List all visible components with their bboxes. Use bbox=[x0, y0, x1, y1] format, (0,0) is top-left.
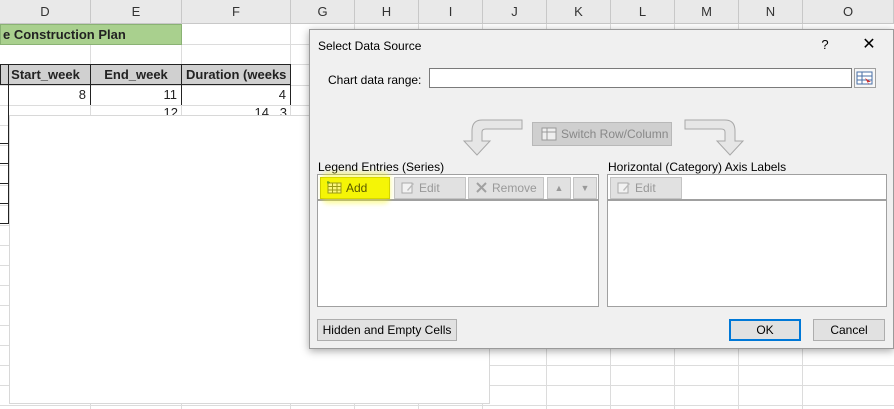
curved-arrow-right-icon bbox=[684, 119, 745, 156]
hidden-empty-cells-button[interactable]: Hidden and Empty Cells bbox=[317, 319, 457, 341]
close-icon: ✕ bbox=[862, 36, 876, 53]
arrow-up-icon: ▲ bbox=[554, 183, 564, 193]
help-button[interactable]: ? bbox=[817, 34, 833, 56]
edit-axis-labels-button[interactable]: Edit bbox=[610, 177, 682, 199]
edit-icon bbox=[617, 182, 630, 194]
table-row-border bbox=[0, 223, 9, 224]
cell-start-week-partial[interactable]: 12 bbox=[91, 105, 182, 115]
column-header-g[interactable]: G bbox=[291, 0, 355, 24]
axis-labels-label: Horizontal (Category) Axis Labels bbox=[608, 160, 787, 174]
switch-rowcol-icon bbox=[541, 127, 557, 141]
remove-series-button[interactable]: Remove bbox=[468, 177, 544, 199]
header-duration[interactable]: Duration (weeks bbox=[181, 64, 291, 85]
column-header-l[interactable]: L bbox=[611, 0, 675, 24]
table-left-border bbox=[0, 64, 9, 224]
move-down-button[interactable]: ▼ bbox=[573, 177, 597, 199]
cell-end-week[interactable]: 11 bbox=[91, 85, 182, 105]
ok-button[interactable]: OK bbox=[729, 319, 801, 341]
switch-row-column-button[interactable]: Switch Row/Column bbox=[532, 122, 672, 146]
cell-duration[interactable]: 4 bbox=[182, 85, 291, 105]
move-up-button[interactable]: ▲ bbox=[547, 177, 571, 199]
sheet-title-cell[interactable]: e Construction Plan bbox=[0, 24, 182, 45]
range-select-icon bbox=[856, 71, 873, 85]
table-row-border bbox=[0, 143, 9, 144]
grid-line bbox=[0, 405, 894, 406]
header-start-week[interactable]: Start_week bbox=[0, 64, 91, 85]
column-header-h[interactable]: H bbox=[355, 0, 419, 24]
axis-toolbar: Edit bbox=[607, 174, 887, 200]
select-data-source-dialog: Select Data Source ? ✕ Chart data range:… bbox=[309, 29, 894, 349]
column-header-e[interactable]: E bbox=[91, 0, 182, 24]
table-row-border bbox=[0, 183, 9, 184]
legend-series-list[interactable] bbox=[317, 200, 599, 307]
cancel-button[interactable]: Cancel bbox=[813, 319, 885, 341]
header-end-week[interactable]: End_week bbox=[90, 64, 182, 85]
column-header-i[interactable]: I bbox=[419, 0, 483, 24]
remove-series-label: Remove bbox=[492, 181, 537, 195]
highlighter-annotation bbox=[321, 172, 391, 204]
curved-arrow-left-icon bbox=[462, 119, 523, 156]
column-header-d[interactable]: D bbox=[0, 0, 91, 24]
remove-x-icon bbox=[476, 182, 487, 194]
edit-icon bbox=[401, 182, 414, 194]
column-header-o[interactable]: O bbox=[803, 0, 894, 24]
range-select-button[interactable] bbox=[854, 68, 876, 88]
close-button[interactable]: ✕ bbox=[858, 34, 880, 56]
column-header-k[interactable]: K bbox=[547, 0, 611, 24]
table-row-border bbox=[0, 203, 9, 204]
chart-data-range-input[interactable] bbox=[429, 68, 852, 88]
dialog-title: Select Data Source bbox=[318, 39, 422, 53]
column-header-m[interactable]: M bbox=[675, 0, 739, 24]
cell-start-week[interactable]: 8 bbox=[0, 85, 91, 105]
switch-row-column-label: Switch Row/Column bbox=[561, 127, 669, 141]
chart-data-range-label: Chart data range: bbox=[328, 73, 422, 87]
column-header-f[interactable]: F bbox=[182, 0, 291, 24]
edit-axis-labels-label: Edit bbox=[635, 181, 656, 195]
arrow-down-icon: ▼ bbox=[580, 183, 590, 193]
edit-series-label: Edit bbox=[419, 181, 440, 195]
column-header-n[interactable]: N bbox=[739, 0, 803, 24]
axis-labels-list[interactable] bbox=[607, 200, 887, 307]
cell-end-week-partial[interactable]: 14 bbox=[182, 105, 273, 115]
cell-duration-partial[interactable]: 3 bbox=[273, 105, 291, 115]
edit-series-button[interactable]: Edit bbox=[394, 177, 466, 199]
table-row-border bbox=[0, 163, 9, 164]
column-header-j[interactable]: J bbox=[483, 0, 547, 24]
